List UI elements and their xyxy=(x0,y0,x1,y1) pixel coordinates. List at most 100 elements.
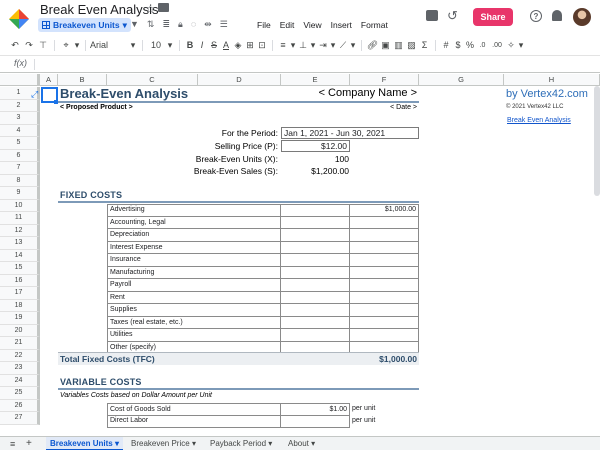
fixed-item-amount[interactable] xyxy=(350,329,419,342)
column-header-e[interactable]: E xyxy=(281,74,350,86)
row-header[interactable]: 4 xyxy=(0,124,40,137)
fixed-item-amount[interactable] xyxy=(350,316,419,329)
row-header[interactable]: 25 xyxy=(0,387,40,400)
fixed-item-amount[interactable] xyxy=(350,304,419,317)
app-logo-icon[interactable] xyxy=(8,8,30,30)
list-icon[interactable]: ☰ xyxy=(220,19,228,30)
row-header[interactable]: 26 xyxy=(0,399,40,412)
fixed-item-spacer[interactable] xyxy=(281,216,350,229)
column-header-a[interactable]: A xyxy=(40,74,58,86)
chevron-down-icon[interactable]: ▾ xyxy=(309,40,317,51)
fixed-item-name[interactable]: Taxes (real estate, etc.) xyxy=(107,316,281,329)
total-fixed-label[interactable]: Total Fixed Costs (TFC) xyxy=(60,354,155,364)
row-header[interactable]: 22 xyxy=(0,349,40,362)
fixed-item-amount[interactable] xyxy=(350,291,419,304)
freeze-icon[interactable]: ⇹ xyxy=(204,19,212,30)
chevron-down-icon[interactable]: ▾ xyxy=(349,40,357,51)
star-icon[interactable]: ☆ xyxy=(145,2,156,16)
fixed-item-name[interactable]: Depreciation xyxy=(107,229,281,242)
menu-format[interactable]: Format xyxy=(361,20,388,30)
italic-icon[interactable]: I xyxy=(196,40,208,50)
row-header[interactable]: 3 xyxy=(0,112,40,125)
strikethrough-icon[interactable]: S xyxy=(208,40,220,50)
chevron-down-icon[interactable]: ▾ xyxy=(517,40,525,51)
font-select[interactable]: Arial xyxy=(90,40,128,50)
vertical-scrollbar[interactable] xyxy=(594,86,600,196)
chevron-down-icon[interactable]: ▾ xyxy=(73,40,81,51)
fixed-item-name[interactable]: Supplies xyxy=(107,304,281,317)
variable-item-amount[interactable]: $1.00 xyxy=(281,403,350,416)
document-title[interactable]: Break Even Analysis xyxy=(40,2,159,17)
zoom-icon[interactable]: ⌖ xyxy=(59,40,73,51)
row-header[interactable]: 16 xyxy=(0,274,40,287)
undo-icon[interactable]: ↶ xyxy=(8,40,22,51)
row-header[interactable]: 14 xyxy=(0,249,40,262)
row-header[interactable]: 8 xyxy=(0,174,40,187)
tab-about[interactable]: About ▾ xyxy=(284,437,319,450)
fixed-item-amount[interactable] xyxy=(350,229,419,242)
formula-bar[interactable]: f(x) xyxy=(0,55,600,73)
proposed-product[interactable]: < Proposed Product > xyxy=(60,104,133,111)
merge-icon[interactable]: ⊡ xyxy=(256,40,268,51)
help-icon[interactable]: ? xyxy=(530,10,542,22)
column-header-f[interactable]: F xyxy=(350,74,419,86)
menu-file[interactable]: File xyxy=(257,20,271,30)
menu-insert[interactable]: Insert xyxy=(331,20,352,30)
variable-item-unit[interactable]: per unit xyxy=(352,405,375,412)
align-icon[interactable]: ≡ xyxy=(277,40,289,50)
bold-icon[interactable]: B xyxy=(184,40,196,50)
filter-icon[interactable]: ▼ xyxy=(130,19,139,30)
fixed-item-spacer[interactable] xyxy=(281,316,350,329)
brand-text[interactable]: by Vertex42.com xyxy=(506,88,588,100)
menu-view[interactable]: View xyxy=(303,20,321,30)
column-header-d[interactable]: D xyxy=(198,74,281,86)
chevron-down-icon[interactable]: ▾ xyxy=(289,40,297,51)
row-header[interactable]: 9 xyxy=(0,187,40,200)
price-input[interactable]: $12.00 xyxy=(281,140,350,152)
row-header[interactable]: 2 xyxy=(0,99,40,112)
row-header[interactable]: 23 xyxy=(0,362,40,375)
fixed-costs-title[interactable]: FIXED COSTS xyxy=(60,190,122,200)
company-name[interactable]: < Company Name > xyxy=(290,87,417,99)
link-icon[interactable]: 🔗︎ xyxy=(366,40,379,51)
variable-item-unit[interactable]: per unit xyxy=(352,417,375,424)
menu-edit[interactable]: Edit xyxy=(280,20,295,30)
decrease-decimal-icon[interactable]: .0 xyxy=(476,42,489,49)
expand-icon[interactable]: ⤢ xyxy=(31,89,38,100)
magic-icon[interactable]: ✧ xyxy=(505,40,517,51)
tab-breakeven-units[interactable]: Breakeven Units ▾ xyxy=(46,437,123,450)
total-fixed-value[interactable]: $1,000.00 xyxy=(379,354,417,364)
fixed-item-spacer[interactable] xyxy=(281,241,350,254)
fixed-item-name[interactable]: Payroll xyxy=(107,279,281,292)
fixed-item-spacer[interactable] xyxy=(281,229,350,242)
fixed-item-spacer[interactable] xyxy=(281,329,350,342)
comment-add-icon[interactable]: ▣ xyxy=(379,40,392,51)
fixed-item-spacer[interactable] xyxy=(281,266,350,279)
fixed-item-spacer[interactable] xyxy=(281,291,350,304)
fixed-item-name[interactable]: Insurance xyxy=(107,254,281,267)
group-icon[interactable]: ≣ xyxy=(162,19,170,30)
fixed-item-spacer[interactable] xyxy=(281,279,350,292)
row-header[interactable]: 18 xyxy=(0,299,40,312)
row-header[interactable]: 19 xyxy=(0,312,40,325)
percent-icon[interactable]: % xyxy=(464,40,476,50)
row-header[interactable]: 21 xyxy=(0,337,40,350)
add-sheet-icon[interactable]: + xyxy=(26,438,32,449)
redo-icon[interactable]: ↷ xyxy=(22,40,36,51)
variable-note[interactable]: Variables Costs based on Dollar Amount p… xyxy=(60,392,212,399)
chevron-down-icon[interactable]: ▾ xyxy=(329,40,337,51)
fixed-item-amount[interactable]: $1,000.00 xyxy=(350,204,419,217)
tab-payback-period[interactable]: Payback Period ▾ xyxy=(206,437,276,450)
fixed-item-name[interactable]: Advertising xyxy=(107,204,281,217)
row-header[interactable]: 7 xyxy=(0,162,40,175)
chevron-down-icon[interactable]: ▾ xyxy=(128,40,138,51)
row-header[interactable]: 27 xyxy=(0,412,40,425)
row-header[interactable]: 11 xyxy=(0,212,40,225)
lock-icon[interactable]: 🔒︎ xyxy=(178,19,183,30)
all-sheets-icon[interactable]: ≡ xyxy=(10,439,15,449)
functions-icon[interactable]: Σ xyxy=(418,40,431,50)
row-header[interactable]: 10 xyxy=(0,199,40,212)
notification-icon[interactable] xyxy=(552,10,562,21)
fixed-item-name[interactable]: Utilities xyxy=(107,329,281,342)
comment-icon[interactable] xyxy=(426,10,438,21)
